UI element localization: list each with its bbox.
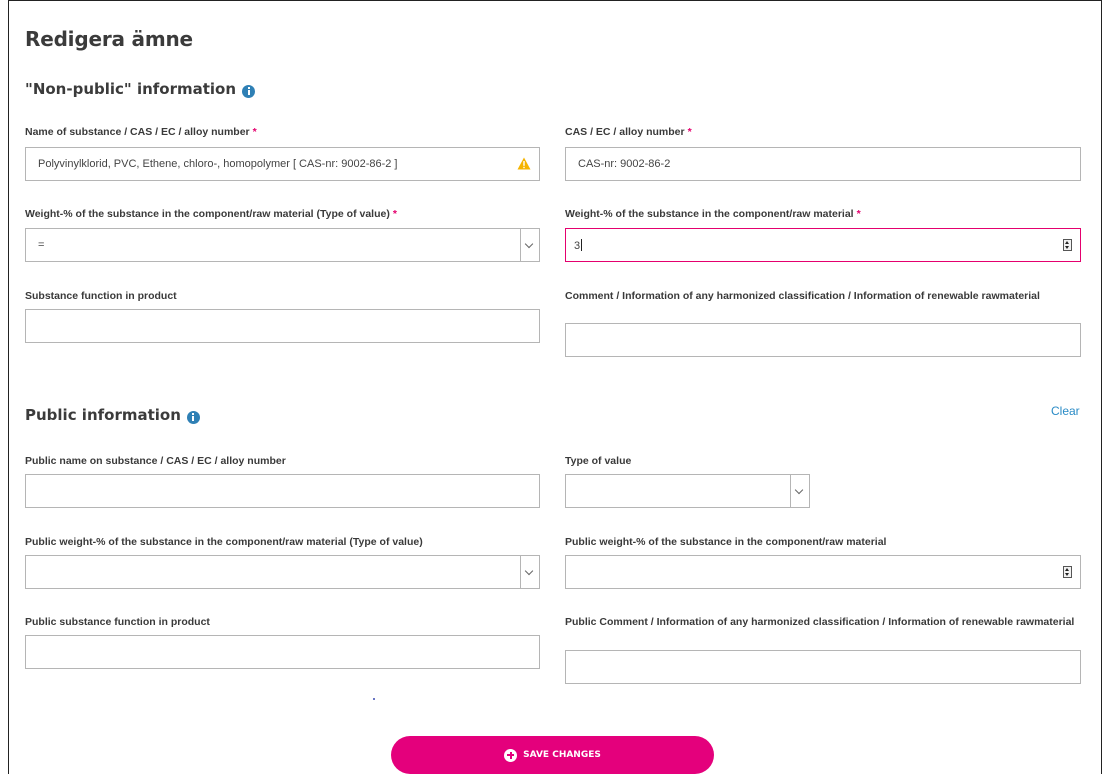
- public-name-label: Public name on substance / CAS / EC / al…: [25, 455, 286, 467]
- chevron-down-icon[interactable]: [520, 556, 539, 588]
- required-marker: *: [392, 208, 397, 220]
- type-of-value-select[interactable]: =: [25, 228, 540, 262]
- weight-input[interactable]: 3: [565, 228, 1081, 262]
- substance-name-value: Polyvinylklorid, PVC, Ethene, chloro-, h…: [38, 158, 398, 170]
- public-heading: Public information: [25, 406, 200, 424]
- info-icon[interactable]: [186, 410, 200, 424]
- nonpublic-heading: "Non-public" information: [25, 80, 256, 98]
- text-cursor: [581, 239, 583, 251]
- public-function-input[interactable]: [25, 635, 540, 669]
- spinner-icon[interactable]: [1063, 566, 1072, 578]
- public-name-input[interactable]: [25, 474, 540, 508]
- substance-name-input[interactable]: Polyvinylklorid, PVC, Ethene, chloro-, h…: [25, 147, 540, 181]
- weight-value: 3: [574, 240, 581, 252]
- public-comment-input[interactable]: [565, 650, 1081, 684]
- name-label: Name of substance / CAS / EC / alloy num…: [25, 126, 257, 138]
- clear-link[interactable]: Clear: [1051, 404, 1080, 418]
- info-icon[interactable]: [242, 84, 256, 98]
- public-heading-text: Public information: [25, 406, 181, 424]
- warning-icon: [517, 157, 531, 170]
- type-of-value-selected: =: [38, 239, 45, 251]
- required-marker: *: [687, 126, 692, 138]
- public-type-label: Public weight-% of the substance in the …: [25, 536, 423, 548]
- public-function-label: Public substance function in product: [25, 616, 210, 628]
- weight-label: Weight-% of the substance in the compone…: [565, 208, 861, 220]
- chevron-down-icon[interactable]: [790, 475, 809, 507]
- chevron-down-icon[interactable]: [520, 229, 539, 261]
- cas-value: CAS-nr: 9002-86-2: [578, 158, 671, 170]
- cas-input[interactable]: CAS-nr: 9002-86-2: [565, 147, 1081, 181]
- save-changes-button[interactable]: SAVE CHANGES: [391, 736, 714, 774]
- public-type-select[interactable]: [25, 555, 540, 589]
- page-title: Redigera ämne: [25, 27, 193, 51]
- required-marker: *: [856, 208, 861, 220]
- public-weight-label: Public weight-% of the substance in the …: [565, 536, 887, 548]
- weight-value-wrapper: 3: [574, 239, 583, 252]
- name-label-text: Name of substance / CAS / EC / alloy num…: [25, 126, 250, 138]
- comment-label: Comment / Information of any harmonized …: [565, 290, 1040, 302]
- required-marker: *: [252, 126, 257, 138]
- plus-circle-icon: [504, 748, 518, 762]
- save-changes-label: SAVE CHANGES: [523, 750, 601, 760]
- public-comment-label: Public Comment / Information of any harm…: [565, 616, 1075, 628]
- public-type-of-value-label: Type of value: [565, 455, 632, 467]
- cas-label-text: CAS / EC / alloy number: [565, 126, 685, 138]
- nonpublic-heading-text: "Non-public" information: [25, 80, 237, 98]
- function-label: Substance function in product: [25, 290, 177, 302]
- type-of-value-label-text: Weight-% of the substance in the compone…: [25, 208, 390, 220]
- comment-input[interactable]: [565, 323, 1081, 357]
- function-input[interactable]: [25, 309, 540, 343]
- spinner-icon[interactable]: [1063, 239, 1072, 251]
- public-type-of-value-select[interactable]: [565, 474, 810, 508]
- stray-dot: [373, 698, 375, 700]
- type-of-value-label: Weight-% of the substance in the compone…: [25, 208, 397, 220]
- cas-label: CAS / EC / alloy number *: [565, 126, 692, 138]
- public-weight-input[interactable]: [565, 555, 1081, 589]
- weight-label-text: Weight-% of the substance in the compone…: [565, 208, 854, 220]
